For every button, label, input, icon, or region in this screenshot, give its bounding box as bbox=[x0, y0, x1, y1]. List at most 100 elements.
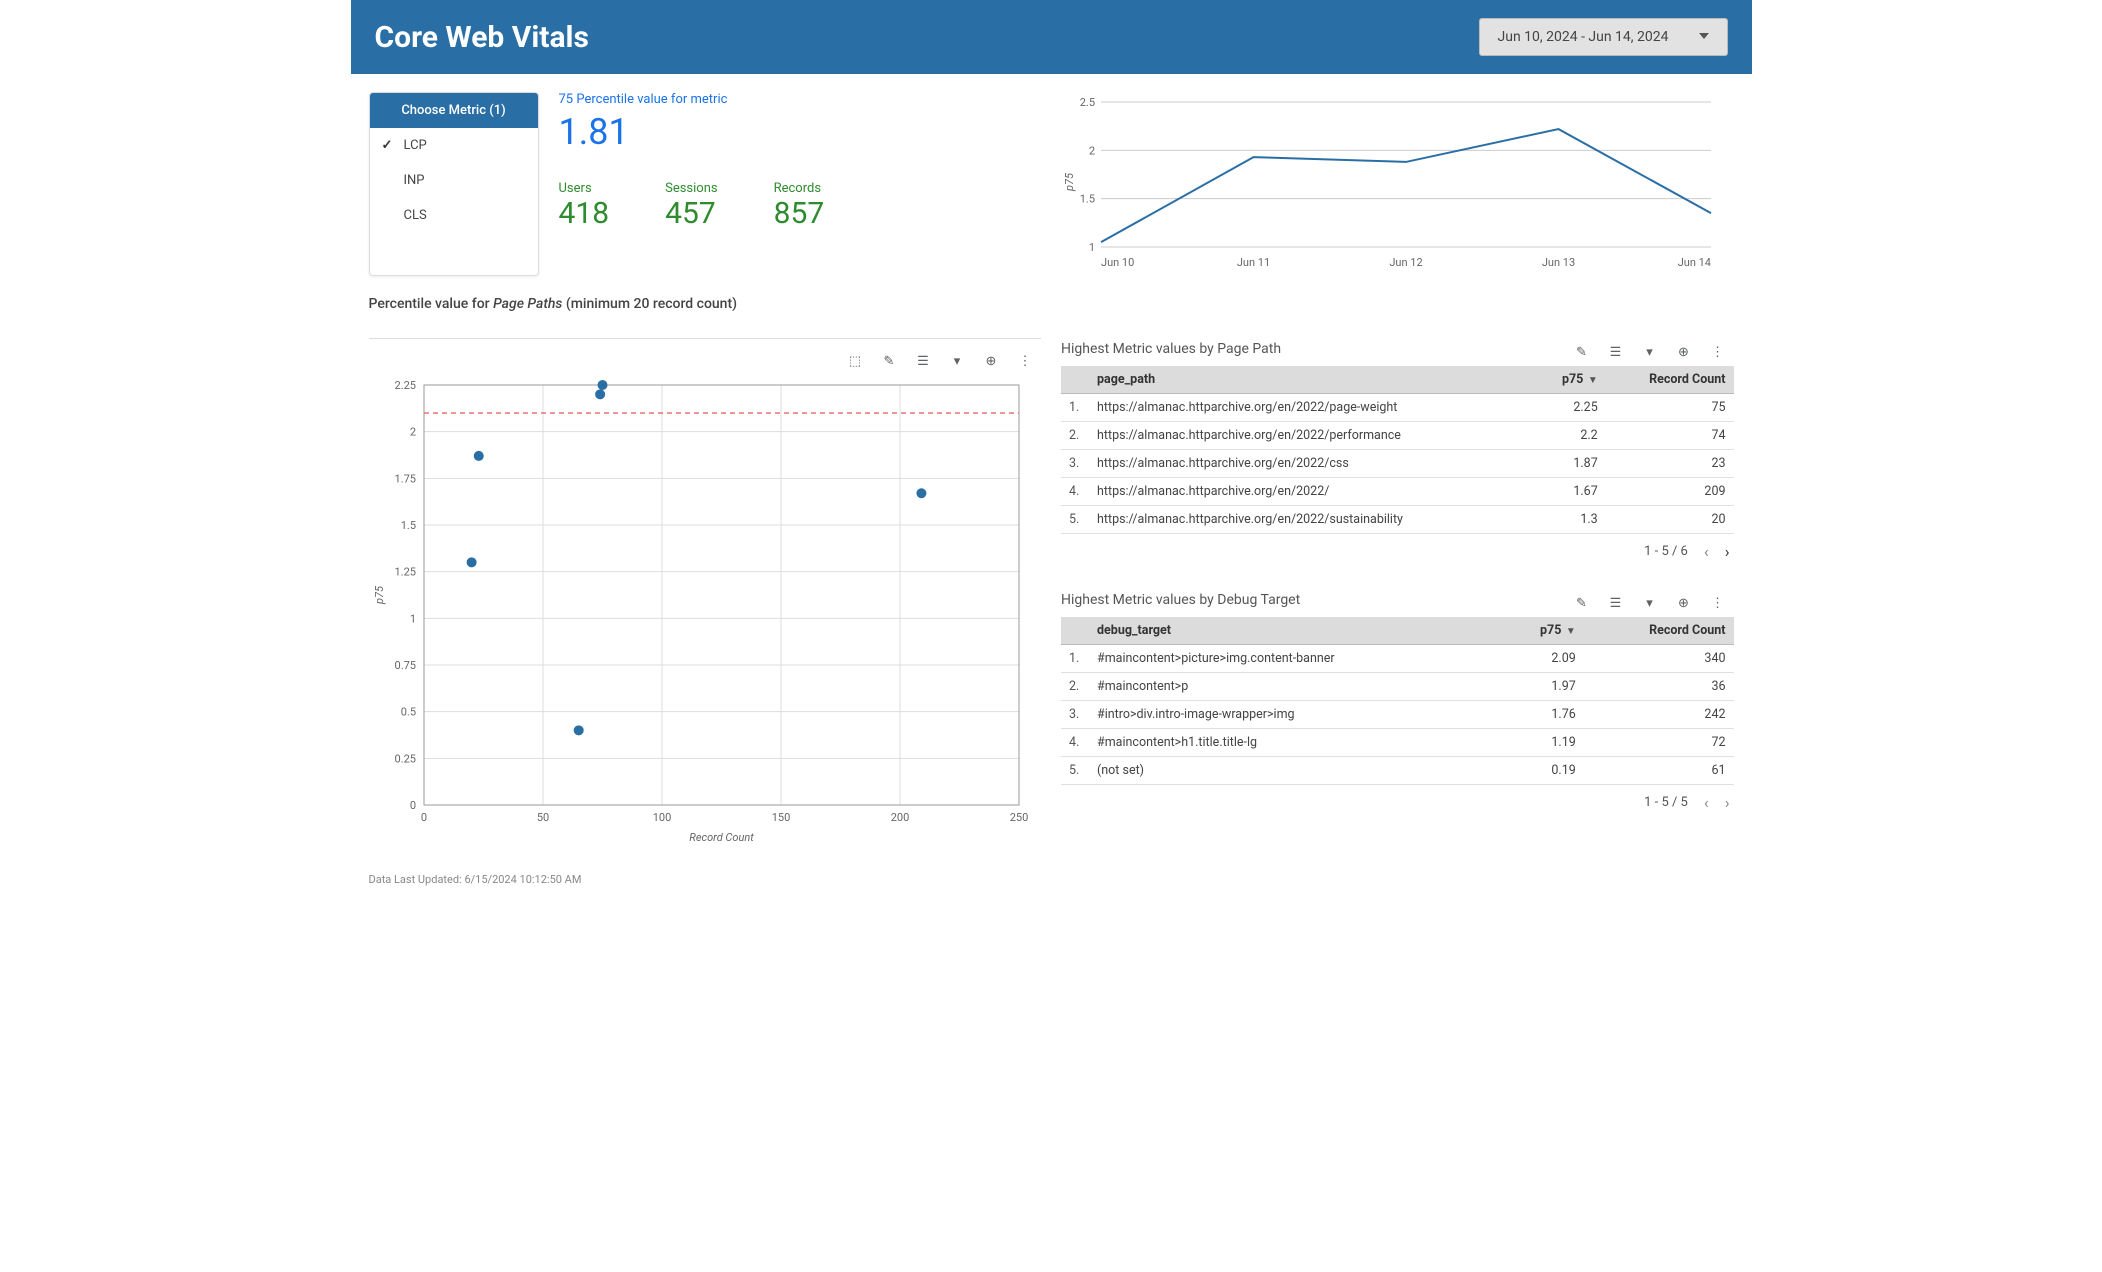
zoom-icon[interactable]: ⊕ bbox=[1676, 344, 1692, 360]
page-title: Core Web Vitals bbox=[375, 20, 589, 55]
line-chart: 1 1.5 2 2.5 Jun 10 Jun 11 Jun 12 Jun 13 Jun 14 p7… bbox=[1061, 92, 1734, 276]
svg-text:1: 1 bbox=[409, 612, 415, 625]
svg-text:Jun 11: Jun 11 bbox=[1237, 256, 1270, 269]
kpi-users-label: Users bbox=[559, 181, 610, 196]
table-row[interactable]: 2.https://almanac.httparchive.org/en/202… bbox=[1061, 422, 1734, 450]
table-row[interactable]: 5.(not set)0.1961 bbox=[1061, 757, 1734, 785]
svg-text:2: 2 bbox=[1089, 144, 1095, 157]
pagepath-table-title: Highest Metric values by Page Path bbox=[1061, 341, 1281, 357]
metric-option-inp[interactable]: INP bbox=[370, 163, 538, 198]
debug-next-icon[interactable]: › bbox=[1725, 793, 1730, 812]
table-row[interactable]: 3.#intro>div.intro-image-wrapper>img1.76… bbox=[1061, 701, 1734, 729]
svg-text:100: 100 bbox=[652, 811, 671, 824]
kpi-records-value: 857 bbox=[774, 196, 825, 231]
table-row[interactable]: 5.https://almanac.httparchive.org/en/202… bbox=[1061, 506, 1734, 534]
table-row[interactable]: 4.#maincontent>h1.title.title-lg1.1972 bbox=[1061, 729, 1734, 757]
tune-icon[interactable]: ☰ bbox=[915, 353, 931, 369]
svg-text:1.75: 1.75 bbox=[394, 472, 415, 485]
kpi-p75-value: 1.81 bbox=[559, 111, 1042, 153]
pagepath-col-path[interactable]: page_path bbox=[1089, 366, 1534, 394]
debug-table-title: Highest Metric values by Debug Target bbox=[1061, 592, 1300, 608]
chevron-down-icon bbox=[1699, 29, 1709, 45]
svg-text:Jun 14: Jun 14 bbox=[1678, 256, 1711, 269]
metric-selector-title: Choose Metric (1) bbox=[370, 93, 538, 128]
debug-prev-icon[interactable]: ‹ bbox=[1704, 793, 1709, 812]
kpi-p75-label: 75 Percentile value for metric bbox=[559, 92, 1042, 107]
svg-text:Jun 12: Jun 12 bbox=[1389, 256, 1422, 269]
debug-col-count[interactable]: Record Count bbox=[1584, 617, 1734, 645]
metric-option-lcp[interactable]: LCP bbox=[370, 128, 538, 163]
svg-text:1.5: 1.5 bbox=[400, 519, 415, 532]
svg-text:1: 1 bbox=[1089, 241, 1095, 254]
pagepath-pager-range: 1 - 5 / 6 bbox=[1644, 544, 1688, 559]
table-row[interactable]: 4.https://almanac.httparchive.org/en/202… bbox=[1061, 478, 1734, 506]
scatter-title-prefix: Percentile value for bbox=[369, 296, 494, 312]
svg-text:1.5: 1.5 bbox=[1080, 193, 1095, 206]
select-icon[interactable]: ⬚ bbox=[847, 353, 863, 369]
debug-pager-range: 1 - 5 / 5 bbox=[1644, 795, 1688, 810]
kpi-block: 75 Percentile value for metric 1.81 User… bbox=[559, 92, 1042, 276]
debug-pager: 1 - 5 / 5 ‹ › bbox=[1061, 785, 1734, 820]
svg-text:0: 0 bbox=[409, 799, 415, 812]
pagepath-prev-icon[interactable]: ‹ bbox=[1704, 542, 1709, 561]
tune-icon[interactable]: ☰ bbox=[1608, 595, 1624, 611]
tune-icon[interactable]: ☰ bbox=[1608, 344, 1624, 360]
pencil-icon[interactable]: ✎ bbox=[1574, 344, 1590, 360]
svg-text:0: 0 bbox=[420, 811, 426, 824]
filter-icon[interactable]: ▾ bbox=[1642, 344, 1658, 360]
scatter-title-suffix: (minimum 20 record count) bbox=[562, 296, 737, 312]
scatter-chart-panel: ⬚ ✎ ☰ ▾ ⊕ ⋮ 0 50 100 150 200 250 0 0.25 0.5 0.75 1… bbox=[369, 338, 1042, 849]
svg-text:250: 250 bbox=[1009, 811, 1028, 824]
svg-text:p75: p75 bbox=[373, 585, 386, 605]
pencil-icon[interactable]: ✎ bbox=[881, 353, 897, 369]
svg-text:p75: p75 bbox=[1063, 172, 1076, 192]
summary-panel: Choose Metric (1) LCP INP CLS 75 Percent… bbox=[369, 92, 1042, 276]
more-icon[interactable]: ⋮ bbox=[1710, 595, 1726, 611]
pagepath-col-p75[interactable]: p75 ▼ bbox=[1534, 366, 1606, 394]
pagepath-next-icon[interactable]: › bbox=[1725, 542, 1730, 561]
pagepath-table-section: Highest Metric values by Page Path ✎ ☰ ▾… bbox=[1061, 338, 1734, 569]
svg-text:0.5: 0.5 bbox=[400, 706, 415, 719]
table-row[interactable]: 3.https://almanac.httparchive.org/en/202… bbox=[1061, 450, 1734, 478]
svg-text:Jun 13: Jun 13 bbox=[1542, 256, 1575, 269]
filter-icon[interactable]: ▾ bbox=[1642, 595, 1658, 611]
svg-text:50: 50 bbox=[536, 811, 548, 824]
scatter-toolbar: ⬚ ✎ ☰ ▾ ⊕ ⋮ bbox=[369, 347, 1042, 375]
filter-icon[interactable]: ▾ bbox=[949, 353, 965, 369]
kpi-sessions-value: 457 bbox=[665, 196, 718, 231]
pagepath-table: page_path p75 ▼ Record Count 1.https://a… bbox=[1061, 366, 1734, 534]
pagepath-col-count[interactable]: Record Count bbox=[1606, 366, 1734, 394]
svg-text:150: 150 bbox=[771, 811, 790, 824]
zoom-icon[interactable]: ⊕ bbox=[983, 353, 999, 369]
svg-text:2.25: 2.25 bbox=[394, 379, 415, 392]
svg-text:0.25: 0.25 bbox=[394, 752, 415, 765]
pencil-icon[interactable]: ✎ bbox=[1574, 595, 1590, 611]
table-row[interactable]: 1.#maincontent>picture>img.content-banne… bbox=[1061, 645, 1734, 673]
date-range-picker[interactable]: Jun 10, 2024 - Jun 14, 2024 bbox=[1479, 18, 1728, 56]
metric-selector: Choose Metric (1) LCP INP CLS bbox=[369, 92, 539, 276]
scatter-title-emphasis: Page Paths bbox=[493, 296, 562, 312]
date-range-label: Jun 10, 2024 - Jun 14, 2024 bbox=[1498, 29, 1669, 45]
debug-table: debug_target p75 ▼ Record Count 1.#mainc… bbox=[1061, 617, 1734, 785]
more-icon[interactable]: ⋮ bbox=[1710, 344, 1726, 360]
svg-text:Record Count: Record Count bbox=[689, 831, 754, 844]
svg-text:2.5: 2.5 bbox=[1080, 96, 1095, 109]
tables-panel: Highest Metric values by Page Path ✎ ☰ ▾… bbox=[1061, 338, 1734, 849]
svg-text:200: 200 bbox=[890, 811, 909, 824]
footer-updated: Data Last Updated: 6/15/2024 10:12:50 AM bbox=[351, 867, 1752, 900]
debug-col-p75[interactable]: p75 ▼ bbox=[1500, 617, 1584, 645]
sort-desc-icon: ▼ bbox=[1563, 626, 1575, 637]
table-row[interactable]: 2.#maincontent>p1.9736 bbox=[1061, 673, 1734, 701]
svg-text:Jun 10: Jun 10 bbox=[1101, 256, 1134, 269]
more-icon[interactable]: ⋮ bbox=[1017, 353, 1033, 369]
svg-text:0.75: 0.75 bbox=[394, 659, 415, 672]
table-row[interactable]: 1.https://almanac.httparchive.org/en/202… bbox=[1061, 394, 1734, 422]
scatter-section-title: Percentile value for Page Paths (minimum… bbox=[369, 296, 1734, 318]
metric-option-cls[interactable]: CLS bbox=[370, 198, 538, 233]
zoom-icon[interactable]: ⊕ bbox=[1676, 595, 1692, 611]
svg-text:1.25: 1.25 bbox=[394, 566, 415, 579]
sort-desc-icon: ▼ bbox=[1585, 375, 1597, 386]
debug-toolbar: ✎ ☰ ▾ ⊕ ⋮ bbox=[1566, 589, 1734, 617]
kpi-users-value: 418 bbox=[559, 196, 610, 231]
debug-col-target[interactable]: debug_target bbox=[1089, 617, 1500, 645]
